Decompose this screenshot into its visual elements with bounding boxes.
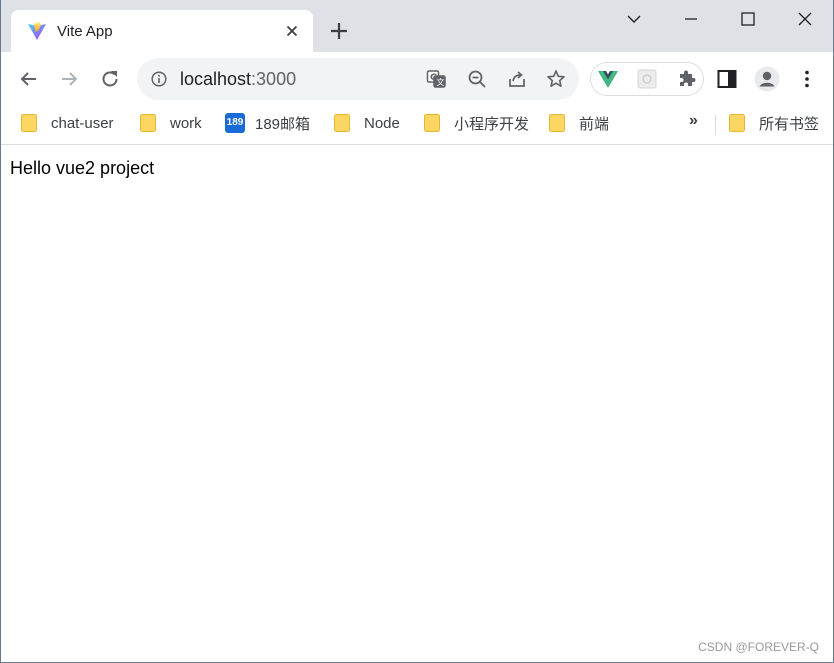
side-panel-icon[interactable]	[716, 68, 738, 90]
bookmark-189-mail[interactable]: 189 189邮箱	[225, 106, 310, 140]
bookmark-chat-user[interactable]: chat-user	[21, 106, 114, 140]
bookmarks-bar: chat-user work 189 189邮箱 Node 小程序开发 前端 »…	[1, 106, 833, 145]
folder-icon	[21, 114, 37, 132]
vue-devtools-icon[interactable]	[597, 68, 619, 90]
maximize-icon[interactable]	[737, 8, 759, 30]
extension-placeholder-icon[interactable]	[636, 68, 658, 90]
share-icon[interactable]	[507, 69, 527, 89]
bookmark-label: 189邮箱	[255, 115, 311, 133]
bookmark-work[interactable]: work	[140, 106, 202, 140]
189-mail-icon: 189	[225, 113, 245, 133]
bookmark-label: Node	[364, 114, 400, 132]
bookmark-miniprogram[interactable]: 小程序开发	[424, 106, 529, 140]
kebab-menu-icon[interactable]	[796, 68, 818, 90]
address-bar[interactable]: localhost:3000 G 文	[137, 58, 579, 100]
arrow-right-icon[interactable]	[57, 67, 81, 91]
folder-icon	[424, 114, 440, 132]
close-icon[interactable]	[283, 22, 301, 40]
page-text: Hello vue2 project	[10, 158, 155, 178]
folder-icon	[334, 114, 350, 132]
bookmarks-overflow-button[interactable]: »	[689, 112, 698, 130]
tab-strip: Vite App	[1, 0, 833, 52]
svg-text:文: 文	[437, 77, 445, 87]
vite-logo-icon	[28, 22, 46, 40]
page-content: Hello vue2 project CSDN @FOREVER-Q	[1, 145, 833, 662]
window-close-icon[interactable]	[794, 8, 816, 30]
bookmark-node[interactable]: Node	[334, 106, 400, 140]
minimize-icon[interactable]	[680, 8, 702, 30]
puzzle-icon[interactable]	[676, 68, 698, 90]
url-text[interactable]: localhost:3000	[180, 69, 296, 90]
reload-icon[interactable]	[98, 67, 122, 91]
site-info-icon[interactable]	[151, 71, 167, 87]
folder-icon	[140, 114, 156, 132]
watermark: CSDN @FOREVER-Q	[698, 640, 819, 654]
bookmark-label: 小程序开发	[454, 115, 530, 133]
zoom-out-icon[interactable]	[467, 69, 487, 89]
translate-icon[interactable]: G 文	[426, 69, 446, 89]
browser-window: Vite App localhost:3000 文 chat-user work…	[0, 0, 834, 663]
url-port: :3000	[251, 69, 297, 89]
url-host: localhost	[180, 69, 252, 89]
all-bookmarks-button[interactable]: 所有书签	[729, 106, 819, 140]
bookmarks-divider	[715, 115, 716, 135]
tab-vite-app[interactable]: Vite App	[11, 10, 313, 52]
profile-avatar-icon[interactable]	[754, 66, 780, 92]
chevron-down-icon[interactable]	[623, 8, 645, 30]
bookmark-label: work	[170, 114, 202, 132]
new-tab-plus-icon[interactable]	[328, 20, 350, 42]
arrow-left-icon[interactable]	[17, 67, 41, 91]
folder-icon	[729, 114, 745, 132]
all-bookmarks-label: 所有书签	[759, 115, 820, 133]
browser-toolbar: localhost:3000 G 文	[1, 52, 833, 106]
folder-icon	[549, 114, 565, 132]
extensions-group	[590, 62, 704, 96]
bookmark-label: chat-user	[51, 114, 114, 132]
tab-title: Vite App	[57, 23, 113, 40]
star-icon[interactable]	[546, 69, 566, 89]
bookmark-frontend[interactable]: 前端	[549, 106, 609, 140]
bookmark-label: 前端	[579, 115, 610, 133]
